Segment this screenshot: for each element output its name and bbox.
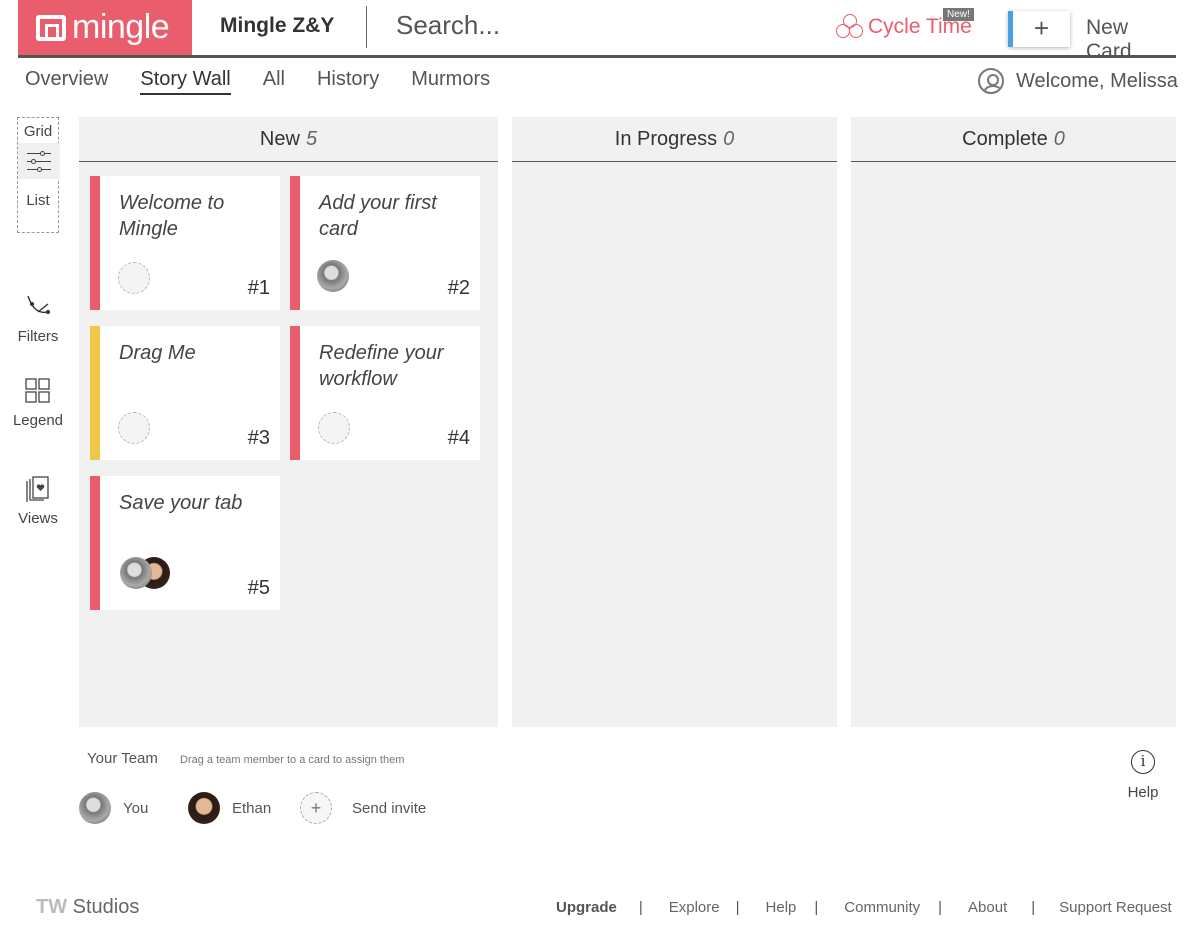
column-in-progress: In Progress 0	[512, 117, 837, 727]
column-title: Complete	[962, 128, 1048, 150]
footer-link-support-request[interactable]: Support Request	[1059, 899, 1172, 916]
search-input[interactable]: Search...	[396, 10, 500, 41]
team-member-ethan[interactable]: Ethan	[188, 792, 271, 824]
new-badge: New!	[943, 8, 974, 21]
list-toggle[interactable]: List	[18, 192, 58, 209]
card-assignee-empty[interactable]	[118, 412, 150, 444]
grid-list-toggle: Grid List	[17, 117, 60, 233]
card-title: Welcome to Mingle	[119, 192, 225, 240]
footer-brand: TW Studios	[36, 896, 139, 919]
filters-label: Filters	[17, 328, 59, 345]
team-member-you[interactable]: You	[79, 792, 148, 824]
footer-separator: |	[814, 899, 819, 916]
views-label: Views	[18, 510, 58, 527]
tab-overview[interactable]: Overview	[25, 68, 108, 95]
card-title: Add your first card	[319, 192, 437, 240]
column-header: Complete 0	[851, 117, 1176, 162]
story-card[interactable]: Add your first card #2	[290, 176, 480, 310]
grid-toggle[interactable]: Grid	[18, 123, 58, 140]
card-assignee-avatar[interactable]	[120, 557, 152, 589]
filters-icon	[27, 295, 50, 314]
card-assignee-empty[interactable]	[118, 262, 150, 294]
card-number: #2	[447, 277, 470, 299]
avatar	[188, 792, 220, 824]
column-title: New	[259, 128, 300, 150]
filters-tool[interactable]: Filters	[0, 292, 76, 345]
brand-prefix: TW	[36, 896, 68, 918]
sliders-icon[interactable]	[18, 143, 60, 179]
tab-all[interactable]: All	[263, 68, 285, 95]
help-label: Help	[1127, 784, 1159, 801]
legend-icon	[25, 378, 50, 403]
column-header: New 5	[79, 117, 498, 162]
column-count: 0	[1053, 128, 1065, 150]
footer-link-upgrade[interactable]: Upgrade	[556, 899, 617, 916]
footer-separator: |	[938, 899, 943, 916]
column-count: 5	[305, 128, 318, 150]
logo-text: mingle	[72, 8, 170, 46]
plus-icon: +	[300, 792, 332, 824]
tab-story-wall[interactable]: Story Wall	[140, 68, 231, 95]
new-card-label[interactable]: New Card	[1086, 16, 1176, 64]
cycle-time-icon	[836, 14, 864, 40]
footer-separator: |	[1031, 899, 1036, 916]
welcome-text: Welcome, Melissa	[1016, 69, 1178, 92]
card-number: #3	[247, 427, 270, 449]
card-number: #5	[247, 577, 270, 599]
card-number: #4	[447, 427, 470, 449]
card-assignee-avatar[interactable]	[317, 260, 349, 292]
send-invite-button[interactable]: + Send invite	[300, 792, 426, 824]
views-tool[interactable]: Views	[0, 474, 76, 527]
footer-link-community[interactable]: Community	[844, 899, 920, 916]
team-title: Your Team	[87, 750, 158, 767]
column-complete: Complete 0	[851, 117, 1176, 727]
new-card-button[interactable]: +	[1008, 11, 1070, 47]
footer-separator: |	[638, 899, 643, 916]
mingle-logo-icon	[36, 14, 66, 41]
info-icon: i	[1131, 750, 1155, 774]
tab-history[interactable]: History	[317, 68, 379, 95]
tab-murmors[interactable]: Murmors	[411, 68, 490, 95]
team-hint: Drag a team member to a card to assign t…	[180, 754, 405, 766]
user-welcome[interactable]: Welcome, Melissa	[978, 68, 1178, 94]
card-number: #1	[247, 277, 270, 299]
story-card[interactable]: Redefine your workflow #4	[290, 326, 480, 460]
member-name: Ethan	[232, 799, 272, 817]
header-divider	[366, 6, 367, 48]
card-title: Redefine your workflow	[319, 342, 444, 390]
column-new: New 5 Welcome to Mingle #1 Add your first…	[79, 117, 498, 727]
member-name: You	[123, 799, 149, 817]
brand-name: Studios	[72, 896, 140, 918]
column-title: In Progress	[614, 128, 718, 150]
send-invite-label: Send invite	[352, 799, 427, 817]
views-icon	[26, 476, 49, 502]
story-card[interactable]: Drag Me #3	[90, 326, 280, 460]
footer-links: Upgrade | Explore | Help | Community | A…	[556, 899, 1172, 916]
story-card[interactable]: Welcome to Mingle #1	[90, 176, 280, 310]
column-count: 0	[723, 128, 735, 150]
column-header: In Progress 0	[512, 117, 837, 162]
top-header: mingle Mingle Z&Y Search... Cycle Time N…	[18, 0, 1176, 63]
footer-link-explore[interactable]: Explore	[669, 899, 720, 916]
legend-label: Legend	[12, 412, 64, 429]
card-assignee-empty[interactable]	[318, 412, 350, 444]
mingle-logo[interactable]: mingle	[18, 0, 192, 55]
footer-link-about[interactable]: About	[968, 899, 1007, 916]
main-nav: Overview Story Wall All History Murmors	[25, 68, 522, 95]
footer-separator: |	[735, 899, 740, 916]
card-title: Drag Me	[119, 342, 196, 364]
card-title: Save your tab	[119, 492, 243, 514]
help-button[interactable]: i Help	[1122, 750, 1164, 801]
story-card[interactable]: Save your tab #5	[90, 476, 280, 610]
user-icon	[978, 68, 1004, 94]
avatar	[79, 792, 111, 824]
footer-link-help[interactable]: Help	[766, 899, 797, 916]
legend-tool[interactable]: Legend	[0, 378, 76, 429]
project-name[interactable]: Mingle Z&Y	[220, 14, 334, 38]
